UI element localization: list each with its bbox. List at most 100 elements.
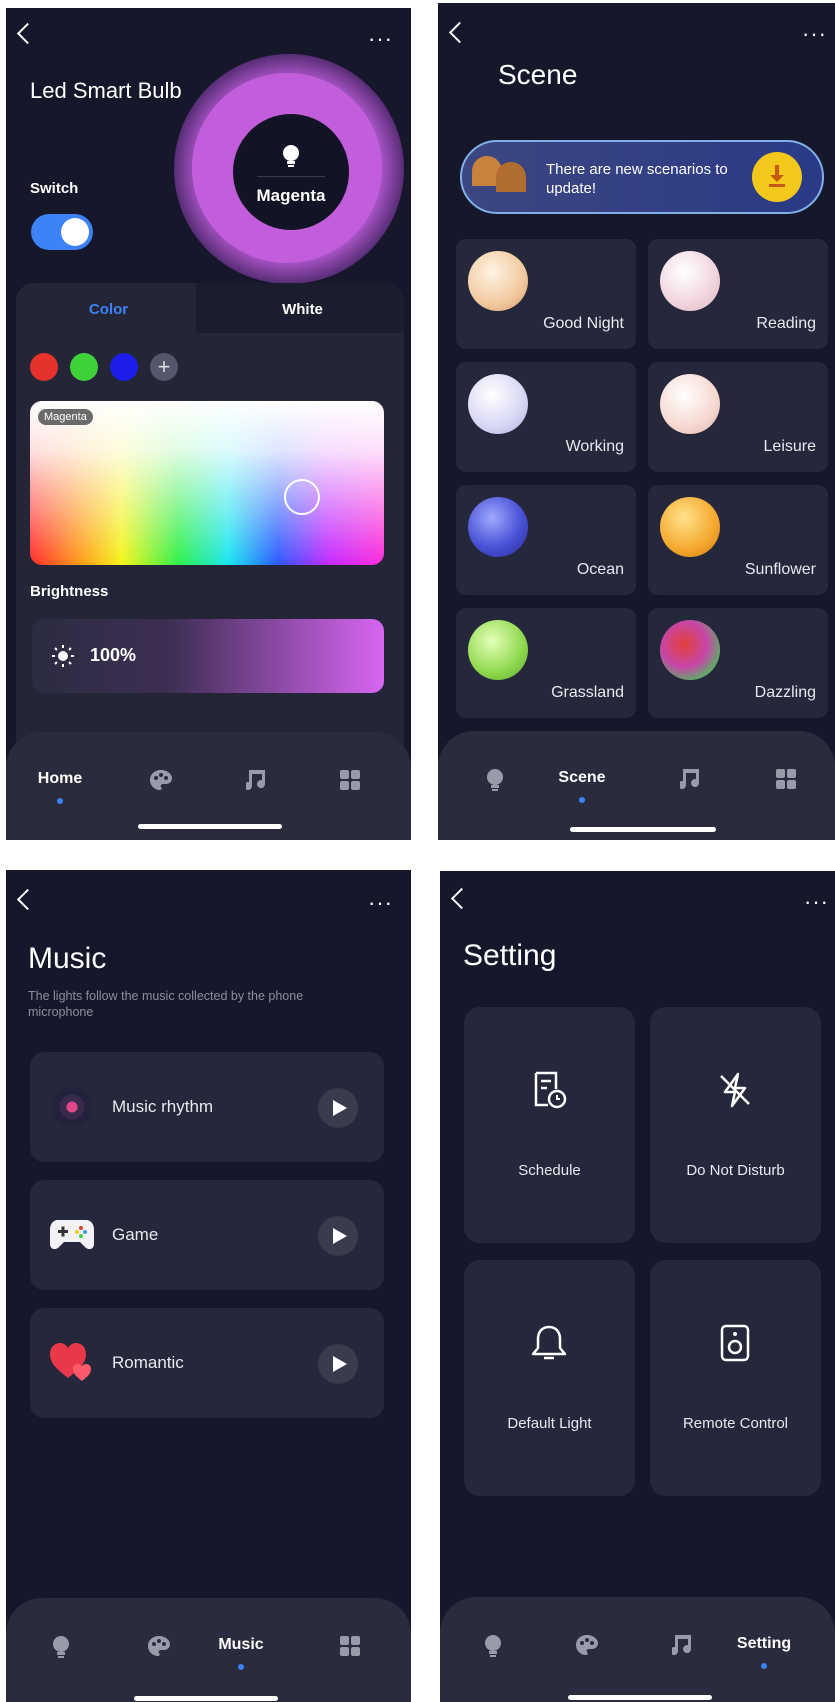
scene-orb xyxy=(660,251,720,311)
scene-label: Leisure xyxy=(763,438,816,455)
scene-orb xyxy=(660,497,720,557)
bulb-icon[interactable] xyxy=(486,769,504,791)
setting-do-not-disturb[interactable]: Do Not Disturb xyxy=(650,1007,821,1243)
swatch-blue[interactable] xyxy=(110,353,138,381)
nav-active-dot xyxy=(57,798,63,804)
nav-active-dot xyxy=(761,1663,767,1669)
back-icon[interactable] xyxy=(450,887,473,910)
bulb-icon xyxy=(283,145,299,167)
bottom-nav: Setting xyxy=(440,1597,835,1702)
music-item-romantic[interactable]: Romantic xyxy=(30,1308,384,1418)
brightness-label: Brightness xyxy=(30,583,109,600)
hearts-icon xyxy=(50,1343,91,1381)
nav-setting[interactable]: Setting xyxy=(729,1635,799,1653)
speaker-icon xyxy=(720,1324,750,1362)
home-screen: ··· Led Smart Bulb Magenta Switch Color … xyxy=(6,8,411,840)
more-icon[interactable]: ··· xyxy=(368,892,393,914)
scene-orb xyxy=(468,497,528,557)
setting-default-light[interactable]: Default Light xyxy=(464,1260,635,1496)
scene-orb xyxy=(468,374,528,434)
more-icon[interactable]: ··· xyxy=(802,23,827,45)
music-item-game[interactable]: Game xyxy=(30,1180,384,1290)
music-note-icon[interactable] xyxy=(672,1635,692,1655)
setting-label: Do Not Disturb xyxy=(686,1162,785,1179)
grid-icon[interactable] xyxy=(340,1636,360,1656)
scene-label: Sunflower xyxy=(744,561,816,578)
update-banner[interactable]: There are new scenarios to update! xyxy=(460,140,824,214)
nav-home[interactable]: Home xyxy=(25,770,95,788)
setting-schedule[interactable]: Schedule xyxy=(464,1007,635,1243)
lamp-icon xyxy=(496,162,526,192)
play-button[interactable] xyxy=(318,1088,358,1128)
brightness-slider[interactable]: 100% xyxy=(32,619,384,693)
scene-label: Dazzling xyxy=(754,684,816,701)
play-button[interactable] xyxy=(318,1344,358,1384)
scene-screen: ··· Scene There are new scenarios to upd… xyxy=(438,3,835,840)
page-title: Setting xyxy=(463,939,557,972)
palette-icon[interactable] xyxy=(148,1636,170,1656)
nav-music[interactable]: Music xyxy=(206,1636,276,1654)
color-picker[interactable]: Magenta xyxy=(30,401,384,565)
palette-icon[interactable] xyxy=(150,770,172,790)
color-center: Magenta xyxy=(233,114,349,230)
scene-label: Working xyxy=(565,438,624,455)
bottom-nav: Home xyxy=(6,732,411,840)
nav-active-dot xyxy=(579,797,585,803)
scene-card-leisure[interactable]: Leisure xyxy=(648,362,828,472)
picker-handle[interactable] xyxy=(284,479,320,515)
back-icon[interactable] xyxy=(448,21,471,44)
music-note-icon[interactable] xyxy=(246,770,266,790)
power-switch[interactable] xyxy=(31,214,93,250)
swatch-red[interactable] xyxy=(30,353,58,381)
do-not-disturb-icon xyxy=(720,1072,750,1108)
music-item-rhythm[interactable]: Music rhythm xyxy=(30,1052,384,1162)
setting-label: Default Light xyxy=(507,1415,592,1432)
bell-icon xyxy=(531,1325,567,1360)
picker-label: Magenta xyxy=(38,409,93,425)
sun-icon xyxy=(52,645,74,667)
banner-text: There are new scenarios to update! xyxy=(546,161,728,197)
nav-scene[interactable]: Scene xyxy=(547,769,617,787)
scene-card-grassland[interactable]: Grassland xyxy=(456,608,636,718)
vinyl-record-icon xyxy=(52,1087,92,1127)
tab-white[interactable]: White xyxy=(201,301,404,318)
setting-screen: ··· Setting Schedule Do Not Disturb Defa… xyxy=(440,871,835,1702)
tab-color[interactable]: Color xyxy=(16,301,201,318)
scene-card-sunflower[interactable]: Sunflower xyxy=(648,485,828,595)
more-icon[interactable]: ··· xyxy=(804,891,829,913)
scene-card-dazzling[interactable]: Dazzling xyxy=(648,608,828,718)
palette-icon[interactable] xyxy=(576,1635,598,1655)
bottom-nav: Scene xyxy=(438,731,835,840)
scene-card-working[interactable]: Working xyxy=(456,362,636,472)
scene-orb xyxy=(660,374,720,434)
setting-remote-control[interactable]: Remote Control xyxy=(650,1260,821,1496)
scene-label: Reading xyxy=(756,315,816,332)
scene-orb xyxy=(468,251,528,311)
scene-card-reading[interactable]: Reading xyxy=(648,239,828,349)
back-icon[interactable] xyxy=(16,888,39,911)
setting-label: Remote Control xyxy=(682,1415,789,1432)
music-note-icon[interactable] xyxy=(680,769,700,789)
home-indicator xyxy=(568,1695,712,1700)
scene-card-good-night[interactable]: Good Night xyxy=(456,239,636,349)
add-swatch-icon[interactable]: + xyxy=(150,353,178,381)
music-label: Music rhythm xyxy=(112,1097,214,1116)
home-indicator xyxy=(570,827,716,832)
download-icon[interactable] xyxy=(752,152,802,202)
scene-card-ocean[interactable]: Ocean xyxy=(456,485,636,595)
play-button[interactable] xyxy=(318,1216,358,1256)
swatch-green[interactable] xyxy=(70,353,98,381)
page-title: Music xyxy=(28,942,107,975)
grid-icon[interactable] xyxy=(776,769,796,789)
page-subtitle: The lights follow the music collected by… xyxy=(28,989,304,1019)
bulb-icon[interactable] xyxy=(484,1635,502,1657)
more-icon[interactable]: ··· xyxy=(368,28,393,50)
schedule-icon xyxy=(534,1071,567,1109)
nav-active-dot xyxy=(238,1664,244,1670)
grid-icon[interactable] xyxy=(340,770,360,790)
back-icon[interactable] xyxy=(16,22,39,45)
scene-orb xyxy=(468,620,528,680)
current-color-name: Magenta xyxy=(256,186,326,205)
bulb-icon[interactable] xyxy=(52,1636,70,1658)
page-title: Scene xyxy=(498,59,578,90)
